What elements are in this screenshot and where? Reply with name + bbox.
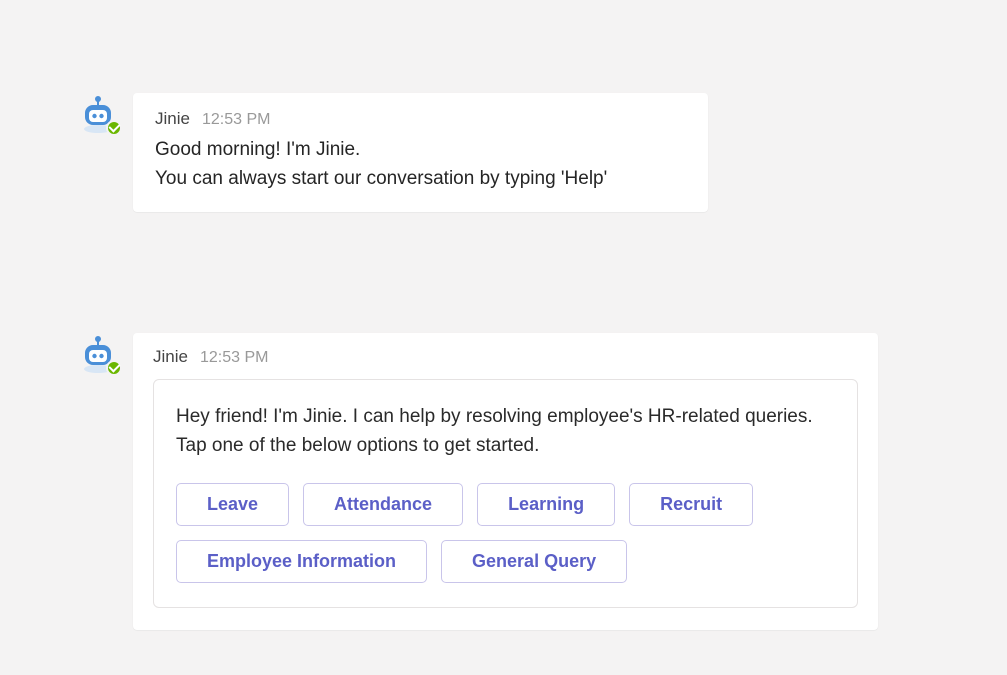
presence-available-icon (106, 360, 122, 376)
card-text: Hey friend! I'm Jinie. I can help by res… (176, 402, 835, 461)
message-timestamp: 12:53 PM (200, 349, 268, 367)
card-actions: Leave Attendance Learning Recruit Employ… (176, 483, 835, 583)
chat-message: Jinie 12:53 PM Hey friend! I'm Jinie. I … (77, 333, 878, 630)
option-employee-information-button[interactable]: Employee Information (176, 540, 427, 583)
message-bubble: Jinie 12:53 PM Good morning! I'm Jinie. … (133, 93, 708, 212)
sender-name: Jinie (153, 347, 188, 367)
sender-name: Jinie (155, 109, 190, 129)
message-timestamp: 12:53 PM (202, 111, 270, 129)
message-header: Jinie 12:53 PM (153, 347, 858, 367)
message-body: Good morning! I'm Jinie. You can always … (155, 135, 686, 194)
message-bubble: Jinie 12:53 PM Hey friend! I'm Jinie. I … (133, 333, 878, 630)
chat-message: Jinie 12:53 PM Good morning! I'm Jinie. … (77, 93, 708, 212)
message-header: Jinie 12:53 PM (155, 109, 686, 129)
option-learning-button[interactable]: Learning (477, 483, 615, 526)
message-line: Good morning! I'm Jinie. (155, 135, 686, 164)
adaptive-card: Hey friend! I'm Jinie. I can help by res… (153, 379, 858, 608)
option-general-query-button[interactable]: General Query (441, 540, 627, 583)
message-line: You can always start our conversation by… (155, 164, 686, 193)
option-leave-button[interactable]: Leave (176, 483, 289, 526)
option-attendance-button[interactable]: Attendance (303, 483, 463, 526)
option-recruit-button[interactable]: Recruit (629, 483, 753, 526)
presence-available-icon (106, 120, 122, 136)
avatar[interactable] (77, 93, 119, 135)
avatar[interactable] (77, 333, 119, 375)
